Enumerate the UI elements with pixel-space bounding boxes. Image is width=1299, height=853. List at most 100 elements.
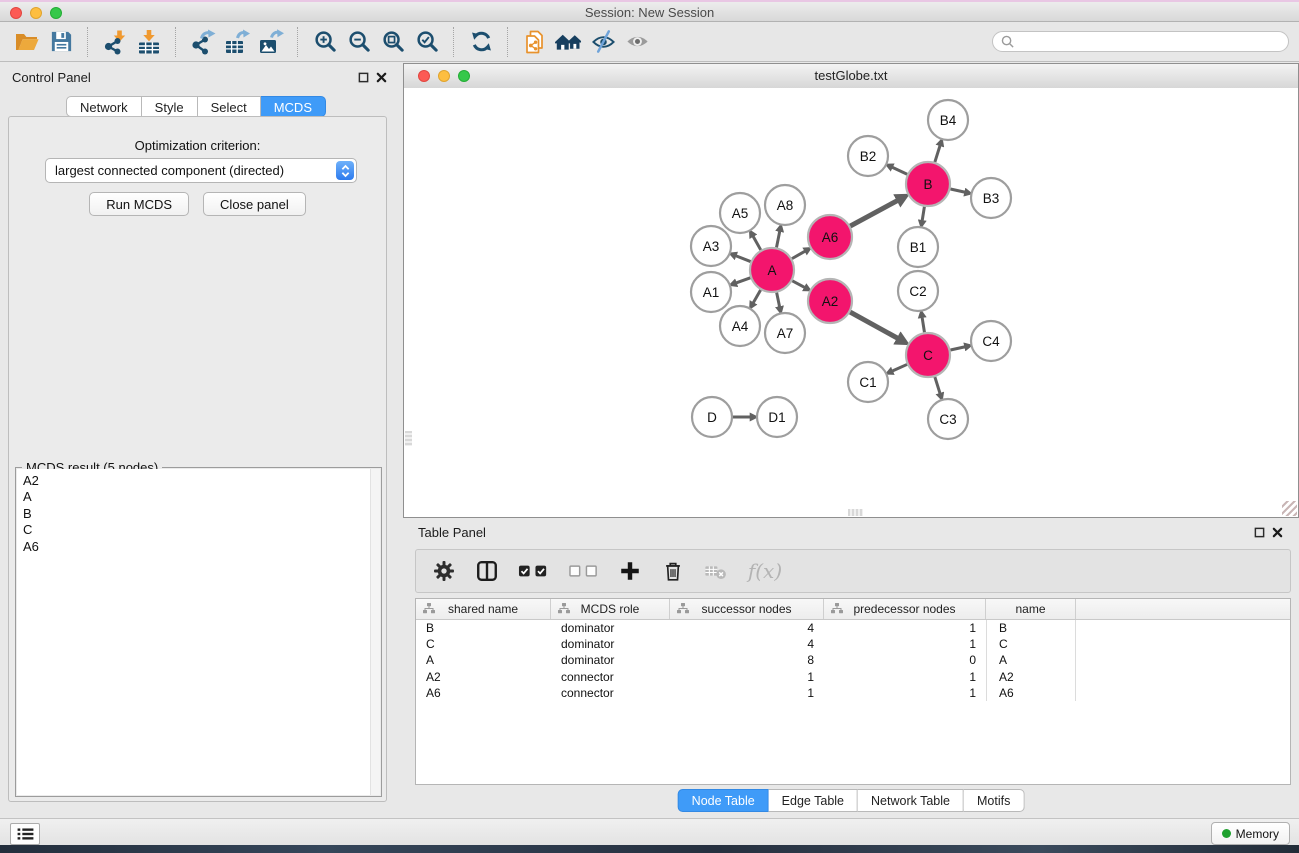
graph-node-C3[interactable]: C3 <box>928 399 968 439</box>
gear-icon[interactable] <box>430 556 458 586</box>
zoom-in-icon[interactable] <box>308 26 342 58</box>
refresh-icon[interactable] <box>464 26 498 58</box>
clear-checkboxes-icon[interactable] <box>567 556 601 586</box>
eye-icon[interactable] <box>620 26 654 58</box>
criterion-select[interactable]: largest connected component (directed) <box>45 158 357 183</box>
graph-edge-A-A6[interactable] <box>792 251 805 258</box>
export-table-icon[interactable] <box>220 26 254 58</box>
list-item[interactable]: A2 <box>23 473 380 489</box>
graph-node-C[interactable]: C <box>906 333 950 377</box>
table-row[interactable]: Bdominator41B <box>416 620 1290 636</box>
table-row[interactable]: A2connector11A2 <box>416 669 1290 685</box>
graph-edge-A-A4[interactable] <box>753 290 760 303</box>
select-all-checkboxes-icon[interactable] <box>516 556 552 586</box>
graph-node-A2[interactable]: A2 <box>808 279 852 323</box>
first-neighbors-icon[interactable] <box>552 26 586 58</box>
network-canvas[interactable]: B4 B2 B B3 A5A8A6 B1 A3 A A1 C2 A2 A4A7 C4 C C1 C3 D D1 <box>404 88 1298 517</box>
graph-node-B[interactable]: B <box>906 162 950 206</box>
column-header-mcds-role[interactable]: MCDS role <box>551 599 670 619</box>
frame-bottom-resize-handle[interactable] <box>848 509 863 516</box>
graph-node-B4[interactable]: B4 <box>928 100 968 140</box>
column-header-predecessor-nodes[interactable]: predecessor nodes <box>824 599 986 619</box>
split-pane-icon[interactable] <box>473 556 501 586</box>
frame-left-resize-handle[interactable] <box>405 431 412 446</box>
graph-node-D[interactable]: D <box>692 397 732 437</box>
tab-motifs[interactable]: Motifs <box>964 789 1024 812</box>
graph-node-A3[interactable]: A3 <box>691 226 731 266</box>
run-mcds-button[interactable]: Run MCDS <box>89 192 189 216</box>
delete-table-icon[interactable] <box>702 556 730 586</box>
graph-edge-B-B4[interactable] <box>935 146 940 162</box>
float-panel-icon[interactable] <box>358 72 369 83</box>
save-session-icon[interactable] <box>44 26 78 58</box>
graph-node-B1[interactable]: B1 <box>898 227 938 267</box>
add-column-icon[interactable] <box>616 556 644 586</box>
float-panel-icon[interactable] <box>1254 527 1265 538</box>
graph-edge-B-B3[interactable] <box>950 189 964 192</box>
zoom-fit-icon[interactable] <box>376 26 410 58</box>
graph-node-A1[interactable]: A1 <box>691 272 731 312</box>
table-row[interactable]: Cdominator41C <box>416 636 1290 652</box>
zoom-selected-icon[interactable] <box>410 26 444 58</box>
graph-edge-A-A8[interactable] <box>777 231 780 247</box>
graph-node-B2[interactable]: B2 <box>848 136 888 176</box>
memory-button[interactable]: Memory <box>1211 822 1290 845</box>
graph-node-A7[interactable]: A7 <box>765 313 805 353</box>
graph-edge-A-A3[interactable] <box>736 256 750 262</box>
graph-edge-B-B1[interactable] <box>922 207 924 221</box>
graph-edge-A-A7[interactable] <box>777 293 780 307</box>
export-image-icon[interactable] <box>254 26 288 58</box>
graph-node-D1[interactable]: D1 <box>757 397 797 437</box>
close-panel-button[interactable]: Close panel <box>203 192 306 216</box>
graph-edge-C-C2[interactable] <box>922 318 924 333</box>
graph-node-A4[interactable]: A4 <box>720 306 760 346</box>
graph-edge-B-B2[interactable] <box>892 167 907 174</box>
delete-icon[interactable] <box>659 556 687 586</box>
task-history-button[interactable] <box>10 823 40 845</box>
open-file-icon[interactable] <box>10 26 44 58</box>
network-frame-titlebar[interactable]: testGlobe.txt <box>404 64 1298 89</box>
graph-node-A8[interactable]: A8 <box>765 185 805 225</box>
table-row[interactable]: A6connector11A6 <box>416 685 1290 701</box>
show-hide-icon[interactable] <box>586 26 620 58</box>
result-list-scrollbar[interactable] <box>370 469 380 795</box>
graph-node-A6[interactable]: A6 <box>808 215 852 259</box>
graph-edge-C-C1[interactable] <box>893 364 907 370</box>
tab-mcds[interactable]: MCDS <box>261 96 326 117</box>
graph-edge-A-A5[interactable] <box>753 237 761 250</box>
tab-network[interactable]: Network <box>66 96 142 117</box>
column-header-shared-name[interactable]: shared name <box>416 599 551 619</box>
table-row[interactable]: Adominator80A <box>416 652 1290 668</box>
list-item[interactable]: B <box>23 506 380 522</box>
graph-edge-A-A1[interactable] <box>736 278 750 283</box>
tab-select[interactable]: Select <box>198 96 261 117</box>
graph-node-C2[interactable]: C2 <box>898 271 938 311</box>
close-panel-icon[interactable] <box>1272 527 1283 538</box>
zoom-out-icon[interactable] <box>342 26 376 58</box>
graph-node-C1[interactable]: C1 <box>848 362 888 402</box>
column-header-successor-nodes[interactable]: successor nodes <box>670 599 824 619</box>
graph-node-A[interactable]: A <box>750 248 794 292</box>
graph-node-A5[interactable]: A5 <box>720 193 760 233</box>
graph-node-B3[interactable]: B3 <box>971 178 1011 218</box>
import-network-icon[interactable] <box>98 26 132 58</box>
tab-network-table[interactable]: Network Table <box>858 789 964 812</box>
search-input[interactable] <box>1019 34 1281 50</box>
tab-style[interactable]: Style <box>142 96 198 117</box>
export-network-icon[interactable] <box>186 26 220 58</box>
list-item[interactable]: A6 <box>23 539 380 555</box>
function-builder-icon[interactable]: f(x) <box>745 556 785 586</box>
search-field[interactable] <box>992 31 1289 52</box>
column-header-name[interactable]: name <box>986 599 1076 619</box>
graph-edge-A2-C[interactable] <box>850 312 897 338</box>
list-item[interactable]: A <box>23 489 380 505</box>
import-table-icon[interactable] <box>132 26 166 58</box>
tab-edge-table[interactable]: Edge Table <box>769 789 858 812</box>
graph-edge-A6-B[interactable] <box>850 201 897 226</box>
new-network-from-selection-icon[interactable] <box>518 26 552 58</box>
graph-edge-A-A2[interactable] <box>792 281 804 287</box>
close-panel-icon[interactable] <box>376 72 387 83</box>
graph-node-C4[interactable]: C4 <box>971 321 1011 361</box>
list-item[interactable]: C <box>23 522 380 538</box>
graph-edge-C-C4[interactable] <box>950 347 964 350</box>
